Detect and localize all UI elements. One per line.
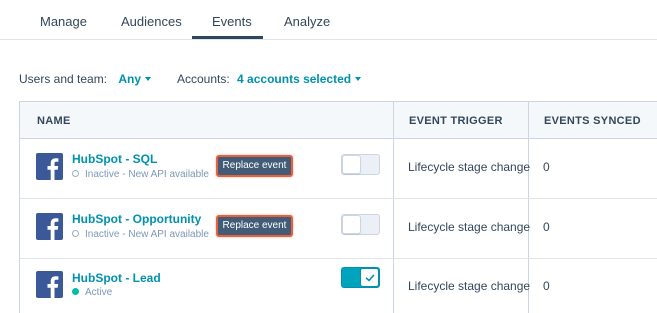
toggle-knob (342, 155, 361, 174)
table-row: HubSpot - Lead Active Lifecycle stage ch… (20, 259, 657, 313)
event-name-link[interactable]: HubSpot - SQL (72, 152, 157, 166)
users-filter-value: Any (118, 72, 142, 86)
chevron-down-icon (355, 76, 362, 81)
tab-audiences[interactable]: Audiences (121, 14, 182, 29)
event-toggle[interactable] (341, 154, 380, 175)
users-filter-dropdown[interactable]: Any (118, 72, 152, 86)
column-header-event-trigger[interactable]: EVENT TRIGGER (409, 115, 503, 127)
events-synced-value: 0 (543, 160, 550, 174)
chevron-down-icon (145, 76, 152, 81)
table-header: NAME EVENT TRIGGER EVENTS SYNCED (20, 101, 657, 139)
replace-event-button[interactable]: Replace event (216, 155, 293, 177)
table-row: HubSpot - SQL Inactive - New API availab… (20, 139, 657, 199)
event-status: Active (72, 287, 112, 298)
accounts-filter-dropdown[interactable]: 4 accounts selected (237, 72, 362, 86)
facebook-icon (36, 271, 63, 298)
event-status: Inactive - New API available (72, 169, 209, 180)
events-table: NAME EVENT TRIGGER EVENTS SYNCED HubSpot… (19, 101, 657, 313)
event-name-link[interactable]: HubSpot - Opportunity (72, 212, 201, 226)
event-name-link[interactable]: HubSpot - Lead (72, 271, 161, 285)
tab-events[interactable]: Events (212, 14, 252, 29)
event-status-label: Active (85, 287, 113, 298)
active-tab-indicator (192, 36, 263, 39)
events-synced-value: 0 (543, 220, 550, 234)
tab-analyze[interactable]: Analyze (284, 14, 330, 29)
toggle-knob (360, 268, 379, 287)
active-status-icon (72, 287, 79, 295)
facebook-icon (36, 153, 63, 180)
event-status: Inactive - New API available (72, 229, 209, 240)
replace-event-button[interactable]: Replace event (216, 215, 293, 237)
tab-manage[interactable]: Manage (40, 14, 87, 29)
column-header-name[interactable]: NAME (37, 115, 71, 127)
event-toggle[interactable] (341, 214, 380, 235)
event-trigger-value: Lifecycle stage change (408, 220, 531, 234)
column-header-events-synced[interactable]: EVENTS SYNCED (544, 115, 641, 127)
users-filter: Users and team: Any (19, 72, 152, 86)
tab-bar: Manage Audiences Events Analyze (0, 0, 657, 40)
toggle-knob (342, 215, 361, 234)
event-toggle[interactable] (341, 267, 380, 288)
table-row: HubSpot - Opportunity Inactive - New API… (20, 199, 657, 259)
inactive-status-icon (72, 229, 79, 237)
event-status-label: Inactive - New API available (85, 229, 209, 240)
accounts-filter: Accounts: 4 accounts selected (177, 72, 362, 86)
event-trigger-value: Lifecycle stage change (408, 279, 531, 293)
event-trigger-value: Lifecycle stage change (408, 160, 531, 174)
accounts-filter-value: 4 accounts selected (237, 72, 352, 86)
facebook-icon (36, 213, 63, 240)
inactive-status-icon (72, 169, 79, 177)
check-icon (365, 274, 375, 282)
users-filter-label: Users and team: (19, 72, 108, 86)
accounts-filter-label: Accounts: (177, 72, 230, 86)
events-synced-value: 0 (543, 279, 550, 293)
event-status-label: Inactive - New API available (85, 169, 209, 180)
